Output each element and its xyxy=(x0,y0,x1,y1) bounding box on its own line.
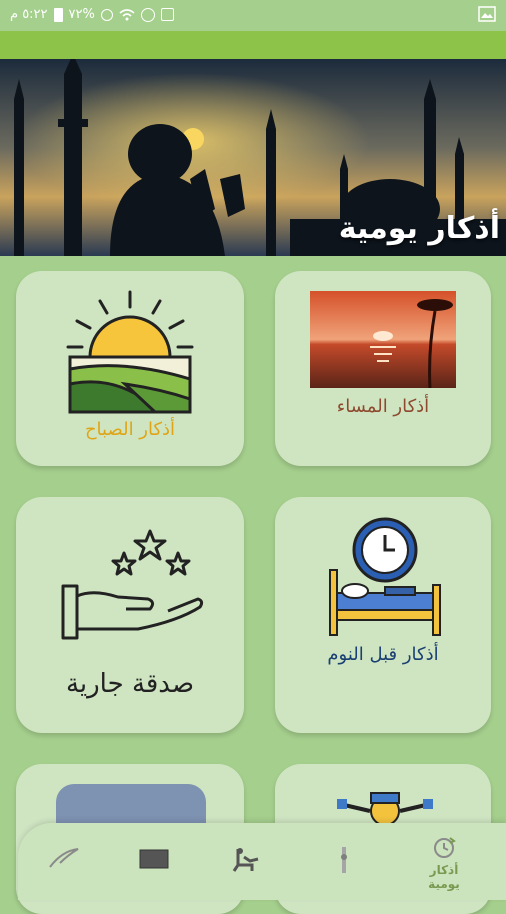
app-bar xyxy=(0,31,506,59)
tasbih-icon xyxy=(341,847,347,873)
status-left: ٥:٢٢ م ٧٢% xyxy=(10,7,174,22)
sunrise-icon xyxy=(66,290,194,414)
sleep-azkar-label: أذكار قبل النوم xyxy=(327,644,439,665)
header-banner: أذكار يومية xyxy=(0,59,506,256)
clock-time: ٥:٢٢ م xyxy=(10,7,48,22)
bed-clock-icon xyxy=(329,517,441,636)
status-right xyxy=(478,6,496,26)
morning-azkar-card[interactable]: أذكار الصباح xyxy=(16,271,244,466)
nav-item-feather[interactable] xyxy=(32,823,92,900)
battery-icon xyxy=(53,7,63,22)
feather-icon xyxy=(49,848,79,868)
no-sim-icon xyxy=(140,7,155,22)
image-notification-icon xyxy=(478,6,496,22)
evening-azkar-card[interactable]: أذكار المساء xyxy=(275,271,491,466)
charity-hand-stars-icon xyxy=(61,529,204,640)
nav-item-tasbih[interactable] xyxy=(314,823,374,900)
prayer-icon xyxy=(232,848,259,872)
status-bar: ٥:٢٢ م ٧٢% xyxy=(0,0,506,31)
nav-item-daily-azkar[interactable]: أذكار يومية xyxy=(414,823,474,900)
book-icon xyxy=(139,849,169,869)
evening-azkar-label: أذكار المساء xyxy=(336,396,430,417)
charity-label: صدقة جارية xyxy=(65,669,195,699)
wifi-icon xyxy=(119,8,135,20)
nav-label-daily-azkar: أذكار يومية xyxy=(428,863,460,891)
sleep-azkar-card[interactable]: أذكار قبل النوم xyxy=(275,497,491,733)
nav-item-book[interactable] xyxy=(124,823,184,900)
charity-card[interactable]: صدقة جارية xyxy=(16,497,244,733)
dnd-icon xyxy=(100,8,113,21)
alarm-icon xyxy=(160,8,174,21)
morning-azkar-label: أذكار الصباح xyxy=(84,419,176,440)
daily-azkar-icon xyxy=(434,837,456,858)
bottom-navigation: أذكار يومية xyxy=(18,823,506,900)
page-title: أذكار يومية xyxy=(338,211,500,246)
sunset-image xyxy=(310,291,456,388)
battery-percent: ٧٢% xyxy=(68,7,95,22)
nav-item-prayer[interactable] xyxy=(218,823,278,900)
